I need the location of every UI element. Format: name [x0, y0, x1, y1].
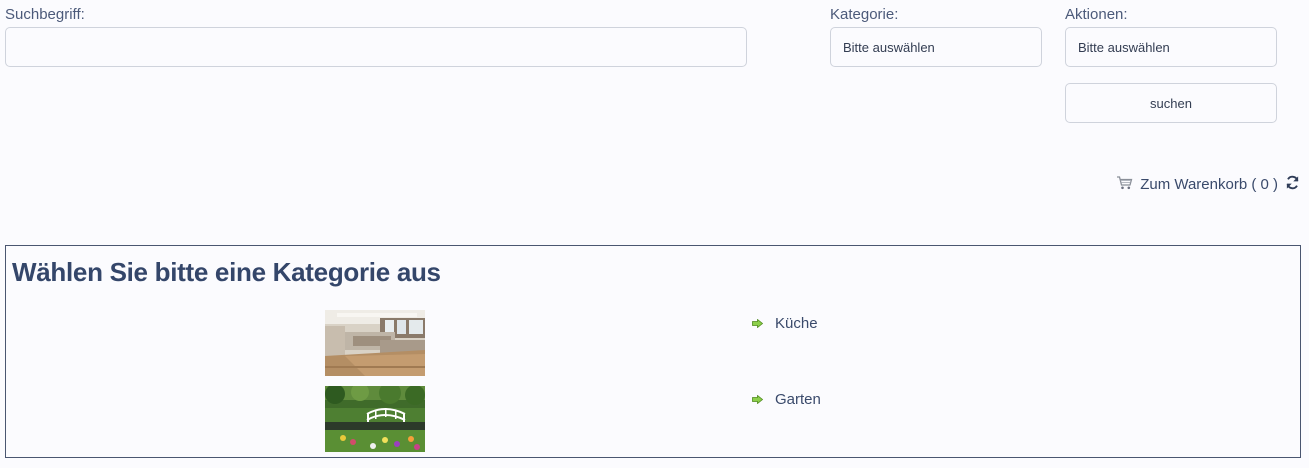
actions-select[interactable]: Bitte auswählen [1065, 27, 1277, 67]
garden-thumbnail[interactable] [325, 386, 425, 452]
category-panel: Wählen Sie bitte eine Kategorie aus Küch… [5, 245, 1301, 458]
shopping-cart-icon [1116, 175, 1133, 194]
search-button-label: suchen [1150, 95, 1192, 111]
arrow-right-icon [752, 391, 764, 408]
search-button[interactable]: suchen [1065, 83, 1277, 123]
actions-select-value: Bitte auswählen [1078, 39, 1170, 55]
category-select-value: Bitte auswählen [843, 39, 935, 55]
category-link-label: Garten [775, 391, 821, 408]
category-link-kueche[interactable]: Küche [752, 315, 818, 332]
cart-link[interactable]: Zum Warenkorb ( 0 ) [1116, 175, 1300, 194]
category-link-label: Küche [775, 315, 818, 332]
refresh-icon[interactable] [1285, 175, 1300, 194]
category-label: Kategorie: [830, 6, 899, 23]
panel-title: Wählen Sie bitte eine Kategorie aus [12, 257, 441, 287]
search-input[interactable] [5, 27, 747, 67]
arrow-right-icon [752, 315, 764, 332]
cart-link-label: Zum Warenkorb ( 0 ) [1140, 176, 1278, 193]
search-label: Suchbegriff: [5, 6, 85, 23]
category-select[interactable]: Bitte auswählen [830, 27, 1042, 67]
category-link-garten[interactable]: Garten [752, 391, 821, 408]
actions-label: Aktionen: [1065, 6, 1128, 23]
kitchen-thumbnail[interactable] [325, 310, 425, 376]
